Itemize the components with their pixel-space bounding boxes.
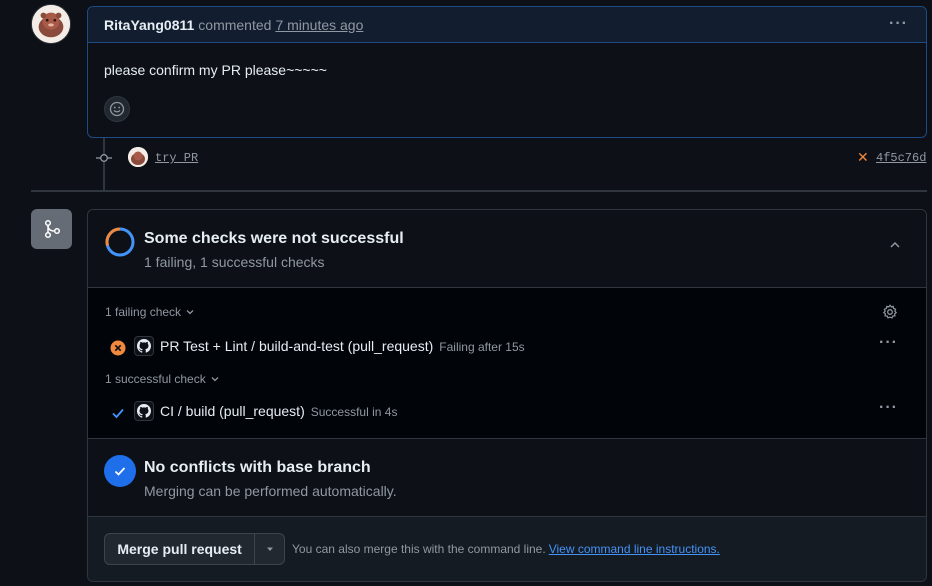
- git-merge-icon: [31, 209, 72, 249]
- chevron-down-icon: [186, 310, 194, 315]
- check-row-failing[interactable]: PR Test + Lint / build-and-test (pull_re…: [88, 334, 926, 360]
- conflicts-subtitle: Merging can be performed automatically.: [144, 483, 397, 499]
- check-row-successful[interactable]: CI / build (pull_request) Successful in 4…: [88, 399, 926, 425]
- check-circle-icon: [104, 455, 136, 487]
- comment-verb: commented: [198, 16, 272, 33]
- failing-group-label: 1 failing check: [105, 305, 182, 319]
- checks-summary[interactable]: Some checks were not successful 1 failin…: [88, 210, 926, 288]
- gear-icon[interactable]: [882, 304, 898, 320]
- comment-timestamp[interactable]: 7 minutes ago: [275, 17, 363, 33]
- x-icon[interactable]: ✕: [857, 149, 869, 166]
- merge-pull-request-button[interactable]: Merge pull request: [105, 534, 256, 564]
- checks-status-ring-icon: [105, 227, 135, 257]
- chevron-up-icon[interactable]: [888, 238, 902, 252]
- commit-author-avatar[interactable]: [128, 147, 148, 167]
- timeline-divider: [31, 190, 927, 192]
- avatar[interactable]: [31, 4, 71, 44]
- kebab-horizontal-icon[interactable]: ···: [879, 334, 898, 352]
- merge-box: Some checks were not successful 1 failin…: [87, 209, 927, 582]
- comment-header: RitaYang0811 commented 7 minutes ago ···: [88, 7, 926, 43]
- check-duration: Failing after 15s: [439, 340, 525, 354]
- smiley-icon[interactable]: [104, 96, 130, 122]
- checks-list: 1 failing check PR Test + Lint / build-a…: [88, 288, 926, 439]
- failing-checks-toggle[interactable]: 1 failing check: [105, 305, 195, 319]
- conflicts-section: No conflicts with base branch Merging ca…: [88, 439, 926, 517]
- check-name[interactable]: PR Test + Lint / build-and-test (pull_re…: [160, 338, 525, 354]
- successful-checks-toggle[interactable]: 1 successful check: [105, 372, 220, 386]
- github-logo-icon: [134, 336, 154, 356]
- comment-author[interactable]: RitaYang0811: [104, 17, 194, 33]
- chevron-down-icon: [211, 377, 219, 382]
- kebab-horizontal-icon[interactable]: ···: [889, 15, 908, 33]
- commit-message[interactable]: try PR: [155, 151, 198, 165]
- check-title: PR Test + Lint / build-and-test (pull_re…: [160, 338, 434, 354]
- checks-title: Some checks were not successful: [144, 230, 404, 247]
- checks-subtitle: 1 failing, 1 successful checks: [144, 254, 325, 270]
- conflicts-title: No conflicts with base branch: [144, 459, 371, 476]
- check-title: CI / build (pull_request): [160, 403, 305, 419]
- comment-body: please confirm my PR please~~~~~: [104, 62, 327, 78]
- triangle-down-icon[interactable]: [255, 534, 284, 564]
- comment-card: RitaYang0811 commented 7 minutes ago ···…: [87, 6, 927, 138]
- github-logo-icon: [134, 401, 154, 421]
- check-name[interactable]: CI / build (pull_request) Successful in 4…: [160, 403, 397, 419]
- merge-hint: You can also merge this with the command…: [292, 542, 720, 556]
- merge-button-group: Merge pull request: [104, 533, 285, 565]
- merge-hint-text: You can also merge this with the command…: [292, 542, 546, 556]
- commit-sha[interactable]: 4f5c76d: [876, 151, 926, 165]
- kebab-horizontal-icon[interactable]: ···: [879, 399, 898, 417]
- x-circle-icon: [110, 340, 126, 356]
- merge-footer: Merge pull request You can also merge th…: [88, 517, 926, 581]
- git-commit-icon: [96, 151, 112, 165]
- check-duration: Successful in 4s: [310, 405, 398, 419]
- command-line-instructions-link[interactable]: View command line instructions.: [549, 542, 720, 556]
- check-icon: [112, 408, 124, 419]
- successful-group-label: 1 successful check: [105, 372, 206, 386]
